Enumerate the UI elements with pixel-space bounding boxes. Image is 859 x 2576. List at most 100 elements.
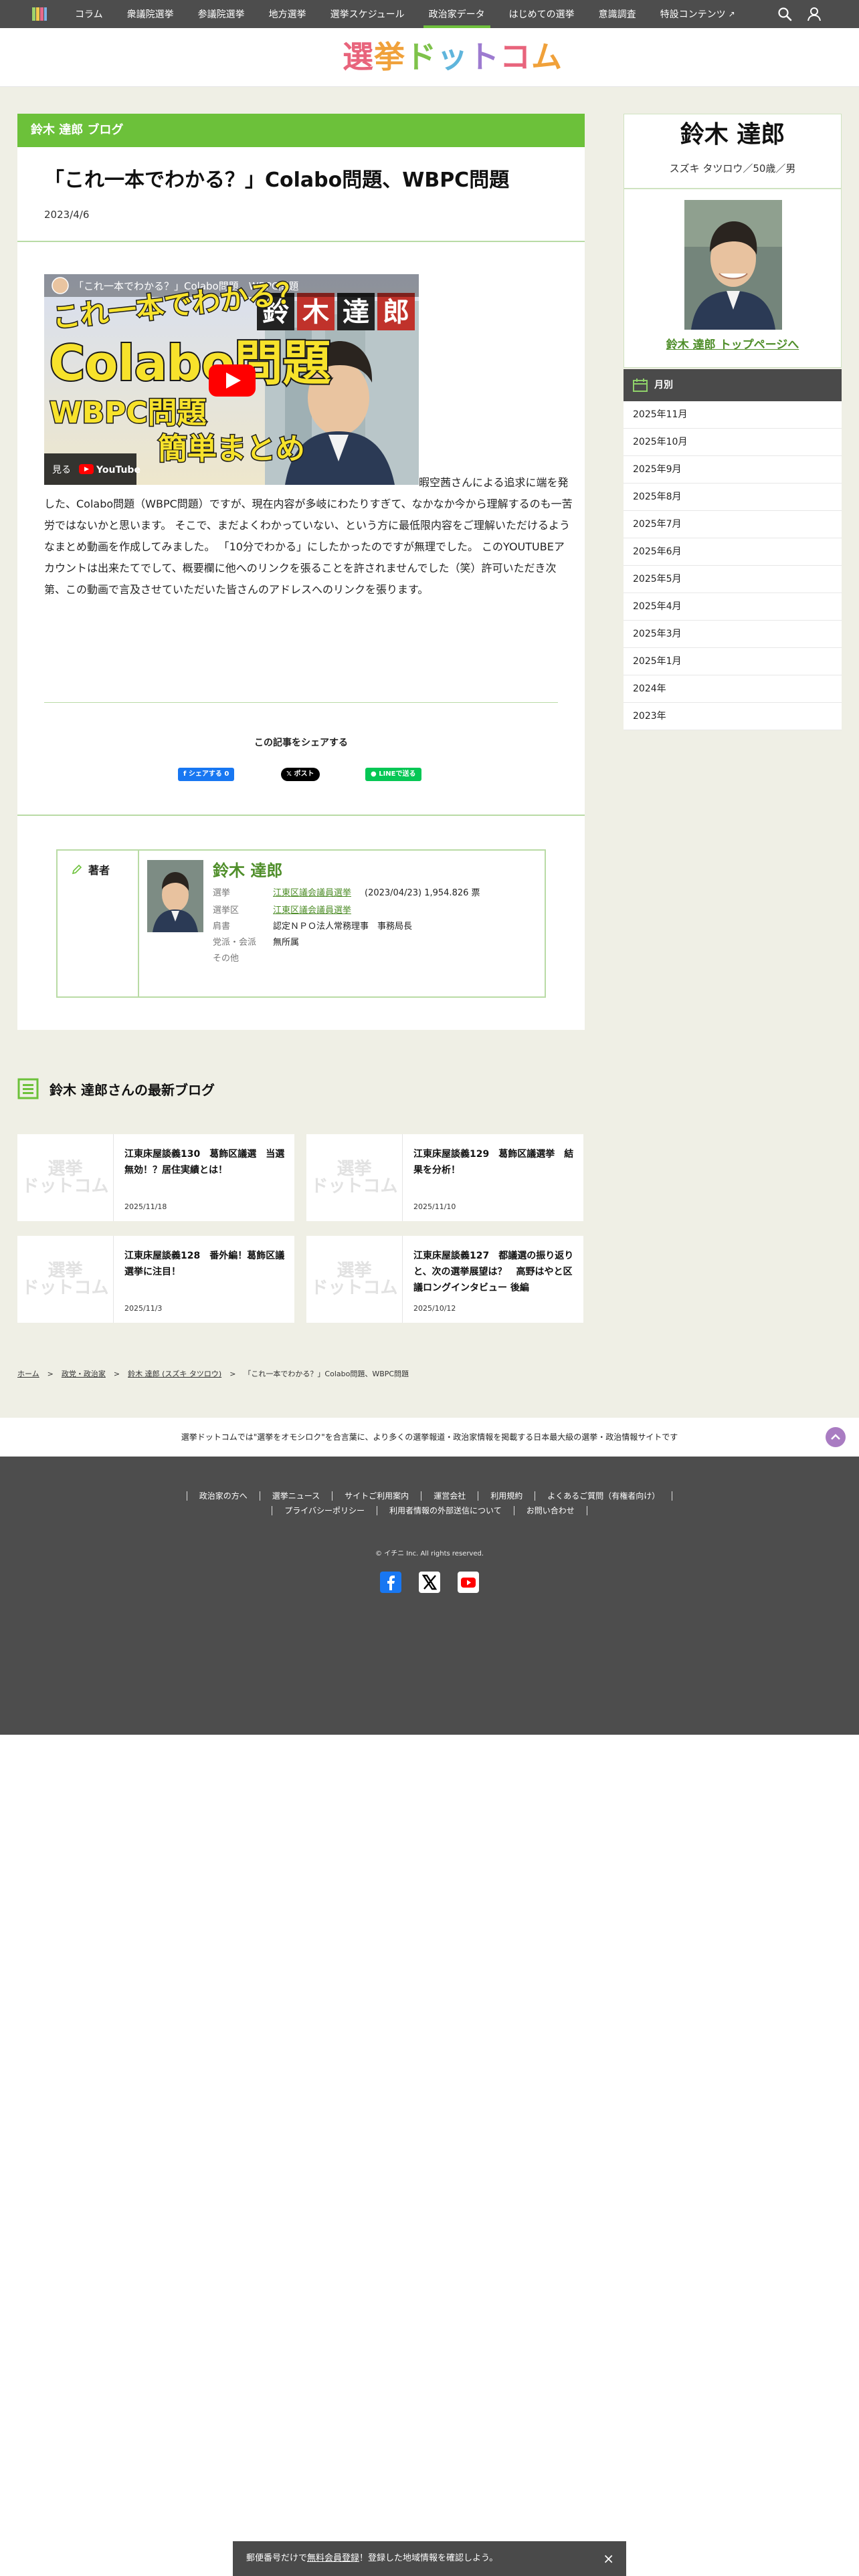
x-icon[interactable] — [419, 1572, 440, 1593]
blog-card[interactable]: 選挙 ドットコム 江東床屋談義129 葛飾区議選挙 結果を分析！ 2025/11/10 — [306, 1134, 583, 1221]
author-info-link[interactable]: 江東区議会議員選挙 — [273, 887, 351, 900]
video-headline-3: WBPC問題 — [50, 396, 207, 430]
blog-card-date: 2025/11/18 — [124, 1202, 167, 1211]
site-header: 選挙ドットコム — [0, 28, 859, 87]
month-link[interactable]: 2025年3月 — [624, 621, 842, 648]
site-logo[interactable]: 選挙ドットコム — [343, 37, 563, 76]
author-box: 著者 鈴木 達郎 選挙 江東区議会議員選挙 (2023/04/23) 1,954.8… — [56, 849, 546, 998]
x-icon: 𝕏 — [286, 770, 294, 778]
monthly-archive-header: 月別 — [624, 369, 842, 401]
signup-link[interactable]: 無料会員登録 — [307, 2553, 359, 2563]
footer-link[interactable]: 選挙ニュース — [259, 1491, 332, 1501]
x-post-button[interactable]: 𝕏 ポスト — [281, 768, 320, 781]
nav-item[interactable]: 衆議院選挙 — [115, 0, 186, 28]
nav-item[interactable]: 選挙スケジュール — [318, 0, 417, 28]
author-info-link[interactable]: 江東区議会議員選挙 — [273, 904, 351, 918]
play-button-icon[interactable] — [209, 364, 256, 397]
month-link[interactable]: 2024年 — [624, 675, 842, 703]
author-info-value: 無所属 — [273, 938, 300, 948]
logo-char: 挙 — [374, 39, 405, 75]
footer-link[interactable]: 政治家の方へ — [186, 1491, 260, 1501]
user-icon[interactable] — [805, 5, 823, 23]
logo-char: 選 — [343, 39, 374, 75]
nav-item[interactable]: はじめての選挙 — [497, 0, 587, 28]
month-link[interactable]: 2025年5月 — [624, 566, 842, 593]
author-name[interactable]: 鈴木 達郎 — [213, 857, 282, 881]
footer-link[interactable]: サイトご利用案内 — [332, 1491, 421, 1501]
breadcrumb-item: 「これ一本でわかる？」Colabo問題、WBPC問題 — [244, 1370, 409, 1378]
blog-card[interactable]: 選挙 ドットコム 江東床屋談義130 葛飾区議選 当選無効！？居住実績とは！ 2025… — [17, 1134, 294, 1221]
author-photo — [147, 860, 203, 932]
site-tagline: 選挙ドットコムでは"選挙をオモシロク"を合言葉に、より多くの選挙報道・政治家情報… — [0, 1418, 859, 1457]
breadcrumb: ホーム > 政党・政治家 > 鈴木 達郎 (スズキ タツロウ) > 「これ一本でわかる？」C… — [17, 1368, 409, 1379]
line-share-button[interactable]: ● LINEで送る — [365, 768, 421, 781]
footer-link[interactable]: プライバシーポリシー — [272, 1506, 377, 1515]
profile-photo[interactable] — [684, 200, 782, 330]
video-headline-4: 簡単まとめ — [158, 432, 305, 466]
thumbnail-logo-text: 選挙 ドットコム — [21, 1261, 109, 1298]
blog-card-title: 江東床屋談義128 番外編！葛飾区議選挙に注目！ — [124, 1251, 285, 1277]
author-info-key: 選挙 — [213, 888, 231, 898]
thumbnail-logo-text: 選挙 ドットコム — [310, 1159, 398, 1196]
youtube-icon[interactable] — [458, 1572, 479, 1593]
video-headline-2: Colabo問題 — [50, 335, 331, 391]
article-title: 「これ一本でわかる？」Colabo問題、WBPC問題 — [44, 169, 510, 192]
blog-card[interactable]: 選挙 ドットコム 江東床屋談義127 都議選の振り返りと、次の選挙展望は？ 高野はや… — [306, 1236, 583, 1323]
footer: 政治家の方へ 選挙ニュース サイトご利用案内 運営会社 利用規約 よくあるご質問（有権者向… — [0, 1457, 859, 1735]
month-link[interactable]: 2025年11月 — [624, 401, 842, 429]
profile-top-link[interactable]: 鈴木 達郎 トップページへ — [624, 335, 841, 352]
divider — [624, 188, 841, 189]
monthly-archive-list: 2025年11月 2025年10月 2025年9月 2025年8月 2025年7月 202… — [624, 401, 842, 730]
month-link[interactable]: 2025年9月 — [624, 456, 842, 484]
footer-link[interactable]: 運営会社 — [421, 1491, 478, 1501]
month-link[interactable]: 2023年 — [624, 703, 842, 730]
author-info-key: その他 — [213, 954, 240, 964]
month-link[interactable]: 2025年8月 — [624, 484, 842, 511]
author-info-key: 選挙区 — [213, 905, 240, 916]
month-link[interactable]: 2025年1月 — [624, 648, 842, 675]
breadcrumb-item[interactable]: 政党・政治家 — [62, 1368, 106, 1379]
close-icon[interactable]: × — [603, 2541, 614, 2576]
logo-char: ム — [531, 39, 563, 75]
thumbnail-logo-text: 選挙 ドットコム — [21, 1159, 109, 1196]
pencil-icon — [72, 864, 82, 875]
footer-links-row-2: プライバシーポリシー 利用者情報の外部送信について お問い合わせ — [0, 1506, 859, 1515]
month-link[interactable]: 2025年10月 — [624, 429, 842, 456]
facebook-share-button[interactable]: f シェアする 0 — [178, 768, 235, 781]
month-link[interactable]: 2025年7月 — [624, 511, 842, 538]
facebook-icon[interactable] — [380, 1572, 401, 1593]
footer-link[interactable]: お問い合わせ — [513, 1506, 587, 1515]
author-info-value: 認定ＮＰＯ法人常務理事 事務局長 — [273, 922, 413, 932]
breadcrumb-item[interactable]: ホーム — [17, 1368, 39, 1379]
profile-card: 鈴木 達郎 スズキ タツロウ／50歳／男 鈴木 達郎 トップページへ — [624, 114, 842, 368]
month-link[interactable]: 2025年4月 — [624, 593, 842, 621]
month-link[interactable]: 2025年6月 — [624, 538, 842, 566]
blog-card-title: 江東床屋談義127 都議選の振り返りと、次の選挙展望は？ 高野はやと区議ロングイ… — [413, 1251, 574, 1293]
divider — [44, 702, 558, 703]
blog-card-title: 江東床屋談義129 葛飾区議選挙 結果を分析！ — [413, 1149, 574, 1176]
logo-char: ッ — [437, 39, 468, 75]
top-nav: コラム 衆議院選挙 参議院選挙 地方選挙 選挙スケジュール 政治家データ はじめての選挙 意識… — [0, 0, 859, 28]
footer-link[interactable]: 利用規約 — [478, 1491, 535, 1501]
chevron-up-icon — [831, 1434, 840, 1440]
nav-item[interactable]: 参議院選挙 — [186, 0, 257, 28]
youtube-video-embed[interactable]: 鈴木達郎 「これ一本でわかる？」Colabo問題、WBPC問題 これ一本でわかる… — [44, 274, 419, 485]
nav-item[interactable]: コラム — [63, 0, 115, 28]
nav-item[interactable]: 政治家データ — [417, 0, 497, 28]
copyright: © イチニ Inc. All rights reserved. — [375, 1550, 484, 1558]
footer-link[interactable]: 利用者情報の外部送信について — [377, 1506, 514, 1515]
blog-card[interactable]: 選挙 ドットコム 江東床屋談義128 番外編！葛飾区議選挙に注目！ 2025/11/3 — [17, 1236, 294, 1323]
search-icon[interactable] — [776, 5, 793, 23]
author-info-key: 党派・会派 — [213, 938, 257, 948]
breadcrumb-item[interactable]: 鈴木 達郎 (スズキ タツロウ) — [128, 1368, 221, 1379]
nav-item[interactable]: 意識調査 — [587, 0, 648, 28]
article-body: 暇空茜さんによる追求に端を発した、Colabo問題（WBPC問題）ですが、現在内… — [44, 472, 574, 601]
page-top-button[interactable] — [826, 1427, 846, 1447]
site-mini-logo-icon[interactable] — [31, 5, 48, 23]
footer-link[interactable]: よくあるご質問（有権者向け） — [535, 1491, 673, 1501]
logo-char: ド — [405, 39, 437, 75]
profile-name: 鈴木 達郎 — [680, 121, 785, 148]
nav-item[interactable]: 地方選挙 — [257, 0, 318, 28]
blog-article: 鈴木 達郎 ブログ 「これ一本でわかる？」Colabo問題、WBPC問題 202… — [17, 114, 585, 1030]
nav-item[interactable]: 特設コンテンツ ↗ — [648, 0, 747, 28]
